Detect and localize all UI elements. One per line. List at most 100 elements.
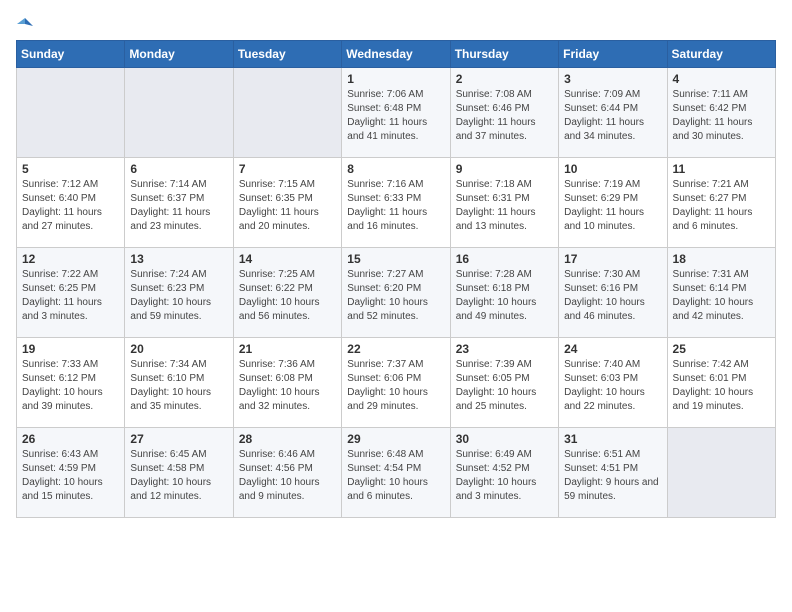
weekday-header-saturday: Saturday [667, 41, 775, 68]
cell-content: Sunrise: 7:37 AM Sunset: 6:06 PM Dayligh… [347, 358, 444, 414]
day-number: 6 [130, 162, 227, 176]
day-number: 8 [347, 162, 444, 176]
day-number: 2 [456, 72, 553, 86]
calendar-cell: 30 Sunrise: 6:49 AM Sunset: 4:52 PM Dayli… [450, 428, 558, 518]
day-number: 22 [347, 342, 444, 356]
cell-content: Sunrise: 7:27 AM Sunset: 6:20 PM Dayligh… [347, 268, 444, 324]
calendar-cell: 2 Sunrise: 7:08 AM Sunset: 6:46 PM Daylig… [450, 68, 558, 158]
cell-content: Sunrise: 7:24 AM Sunset: 6:23 PM Dayligh… [130, 268, 227, 324]
calendar-cell: 31 Sunrise: 6:51 AM Sunset: 4:51 PM Dayli… [559, 428, 667, 518]
cell-content: Sunrise: 7:40 AM Sunset: 6:03 PM Dayligh… [564, 358, 661, 414]
calendar-cell: 15 Sunrise: 7:27 AM Sunset: 6:20 PM Dayli… [342, 248, 450, 338]
day-number: 29 [347, 432, 444, 446]
cell-content: Sunrise: 7:08 AM Sunset: 6:46 PM Dayligh… [456, 88, 553, 144]
day-number: 27 [130, 432, 227, 446]
calendar-cell: 12Sunrise: 7:22 AM Sunset: 6:25 PM Dayli… [17, 248, 125, 338]
calendar-body: 1Sunrise: 7:06 AM Sunset: 6:48 PM Daylig… [17, 68, 776, 518]
calendar-cell [125, 68, 233, 158]
cell-content: Sunrise: 7:34 AM Sunset: 6:10 PM Dayligh… [130, 358, 227, 414]
day-number: 15 [347, 252, 444, 266]
calendar-table: SundayMondayTuesdayWednesdayThursdayFrid… [16, 40, 776, 518]
day-number: 11 [673, 162, 770, 176]
day-number: 13 [130, 252, 227, 266]
weekday-header-tuesday: Tuesday [233, 41, 341, 68]
day-number: 7 [239, 162, 336, 176]
cell-content: Sunrise: 7:25 AM Sunset: 6:22 PM Dayligh… [239, 268, 336, 324]
day-number: 14 [239, 252, 336, 266]
calendar-header: SundayMondayTuesdayWednesdayThursdayFrid… [17, 41, 776, 68]
day-number: 4 [673, 72, 770, 86]
calendar-week-row: 26 Sunrise: 6:43 AM Sunset: 4:59 PM Dayli… [17, 428, 776, 518]
page-header [16, 16, 776, 32]
weekday-header-monday: Monday [125, 41, 233, 68]
day-number: 3 [564, 72, 661, 86]
logo-bird-icon [17, 16, 33, 32]
weekday-header-thursday: Thursday [450, 41, 558, 68]
calendar-cell: 5 Sunrise: 7:12 AM Sunset: 6:40 PM Daylig… [17, 158, 125, 248]
calendar-cell: 3 Sunrise: 7:09 AM Sunset: 6:44 PM Daylig… [559, 68, 667, 158]
cell-content: Sunrise: 7:19 AM Sunset: 6:29 PM Dayligh… [564, 178, 661, 234]
cell-content: Sunrise: 6:43 AM Sunset: 4:59 PM Dayligh… [22, 448, 119, 504]
day-number: 26 [22, 432, 119, 446]
calendar-cell: 1Sunrise: 7:06 AM Sunset: 6:48 PM Daylig… [342, 68, 450, 158]
cell-content: Sunrise: 6:45 AM Sunset: 4:58 PM Dayligh… [130, 448, 227, 504]
weekday-header-wednesday: Wednesday [342, 41, 450, 68]
day-number: 19 [22, 342, 119, 356]
cell-content: Sunrise: 6:48 AM Sunset: 4:54 PM Dayligh… [347, 448, 444, 504]
cell-content: Sunrise: 7:12 AM Sunset: 6:40 PM Dayligh… [22, 178, 119, 234]
cell-content: Sunrise: 7:06 AM Sunset: 6:48 PM Dayligh… [347, 88, 444, 144]
day-number: 23 [456, 342, 553, 356]
calendar-cell: 16 Sunrise: 7:28 AM Sunset: 6:18 PM Dayli… [450, 248, 558, 338]
calendar-cell: 13 Sunrise: 7:24 AM Sunset: 6:23 PM Dayli… [125, 248, 233, 338]
cell-content: Sunrise: 6:51 AM Sunset: 4:51 PM Dayligh… [564, 448, 661, 504]
calendar-week-row: 5 Sunrise: 7:12 AM Sunset: 6:40 PM Daylig… [17, 158, 776, 248]
day-number: 5 [22, 162, 119, 176]
cell-content: Sunrise: 7:21 AM Sunset: 6:27 PM Dayligh… [673, 178, 770, 234]
calendar-cell: 10 Sunrise: 7:19 AM Sunset: 6:29 PM Dayli… [559, 158, 667, 248]
calendar-cell: 28 Sunrise: 6:46 AM Sunset: 4:56 PM Dayli… [233, 428, 341, 518]
calendar-cell: 17 Sunrise: 7:30 AM Sunset: 6:16 PM Dayli… [559, 248, 667, 338]
calendar-cell: 29 Sunrise: 6:48 AM Sunset: 4:54 PM Dayli… [342, 428, 450, 518]
calendar-cell: 19 Sunrise: 7:33 AM Sunset: 6:12 PM Dayli… [17, 338, 125, 428]
cell-content: Sunrise: 7:36 AM Sunset: 6:08 PM Dayligh… [239, 358, 336, 414]
day-number: 9 [456, 162, 553, 176]
calendar-cell: 23Sunrise: 7:39 AM Sunset: 6:05 PM Dayli… [450, 338, 558, 428]
day-number: 31 [564, 432, 661, 446]
calendar-cell: 9 Sunrise: 7:18 AM Sunset: 6:31 PM Daylig… [450, 158, 558, 248]
calendar-cell: 7Sunrise: 7:15 AM Sunset: 6:35 PM Daylig… [233, 158, 341, 248]
cell-content: Sunrise: 7:28 AM Sunset: 6:18 PM Dayligh… [456, 268, 553, 324]
cell-content: Sunrise: 7:16 AM Sunset: 6:33 PM Dayligh… [347, 178, 444, 234]
weekday-header-sunday: Sunday [17, 41, 125, 68]
calendar-cell: 14 Sunrise: 7:25 AM Sunset: 6:22 PM Dayli… [233, 248, 341, 338]
calendar-cell: 8 Sunrise: 7:16 AM Sunset: 6:33 PM Daylig… [342, 158, 450, 248]
calendar-cell: 20 Sunrise: 7:34 AM Sunset: 6:10 PM Dayli… [125, 338, 233, 428]
calendar-cell [17, 68, 125, 158]
calendar-cell: 24Sunrise: 7:40 AM Sunset: 6:03 PM Dayli… [559, 338, 667, 428]
day-number: 25 [673, 342, 770, 356]
calendar-week-row: 12Sunrise: 7:22 AM Sunset: 6:25 PM Dayli… [17, 248, 776, 338]
cell-content: Sunrise: 6:49 AM Sunset: 4:52 PM Dayligh… [456, 448, 553, 504]
day-number: 17 [564, 252, 661, 266]
calendar-week-row: 1Sunrise: 7:06 AM Sunset: 6:48 PM Daylig… [17, 68, 776, 158]
day-number: 28 [239, 432, 336, 446]
day-number: 30 [456, 432, 553, 446]
calendar-cell: 27 Sunrise: 6:45 AM Sunset: 4:58 PM Dayli… [125, 428, 233, 518]
cell-content: Sunrise: 7:33 AM Sunset: 6:12 PM Dayligh… [22, 358, 119, 414]
cell-content: Sunrise: 7:30 AM Sunset: 6:16 PM Dayligh… [564, 268, 661, 324]
cell-content: Sunrise: 6:46 AM Sunset: 4:56 PM Dayligh… [239, 448, 336, 504]
cell-content: Sunrise: 7:18 AM Sunset: 6:31 PM Dayligh… [456, 178, 553, 234]
day-number: 10 [564, 162, 661, 176]
calendar-cell: 22 Sunrise: 7:37 AM Sunset: 6:06 PM Dayli… [342, 338, 450, 428]
cell-content: Sunrise: 7:42 AM Sunset: 6:01 PM Dayligh… [673, 358, 770, 414]
day-number: 20 [130, 342, 227, 356]
calendar-cell: 6Sunrise: 7:14 AM Sunset: 6:37 PM Daylig… [125, 158, 233, 248]
calendar-cell: 18Sunrise: 7:31 AM Sunset: 6:14 PM Dayli… [667, 248, 775, 338]
day-number: 21 [239, 342, 336, 356]
calendar-cell: 4Sunrise: 7:11 AM Sunset: 6:42 PM Daylig… [667, 68, 775, 158]
day-number: 16 [456, 252, 553, 266]
cell-content: Sunrise: 7:31 AM Sunset: 6:14 PM Dayligh… [673, 268, 770, 324]
cell-content: Sunrise: 7:22 AM Sunset: 6:25 PM Dayligh… [22, 268, 119, 324]
cell-content: Sunrise: 7:09 AM Sunset: 6:44 PM Dayligh… [564, 88, 661, 144]
calendar-cell [667, 428, 775, 518]
calendar-cell [233, 68, 341, 158]
